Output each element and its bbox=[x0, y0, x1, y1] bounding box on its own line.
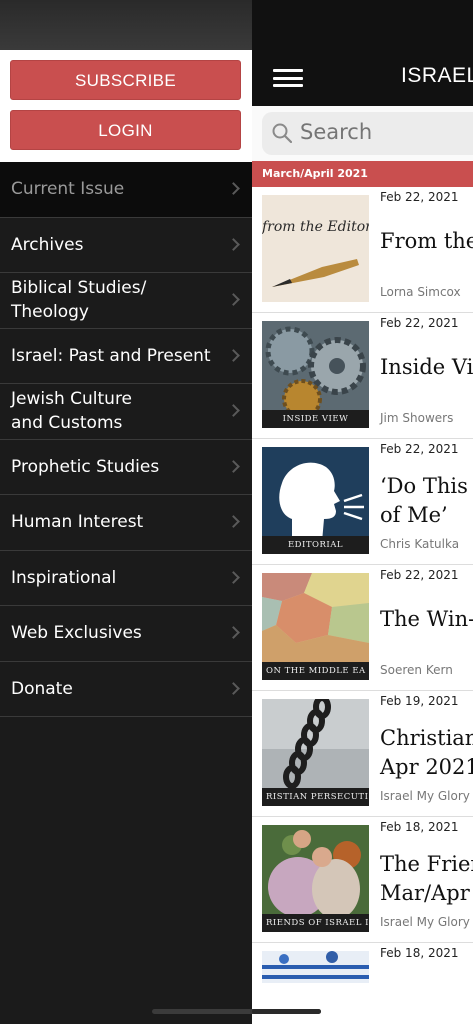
article-date: Feb 22, 2021 bbox=[380, 316, 459, 330]
article-thumbnail: EDITORIAL bbox=[262, 447, 369, 554]
thumb-text: from the Editor bbox=[262, 219, 369, 235]
article-date: Feb 18, 2021 bbox=[380, 946, 459, 960]
menu-item-label: Donate bbox=[11, 678, 73, 699]
menu-item-israel-past-present[interactable]: Israel: Past and Present bbox=[0, 329, 252, 384]
chevron-right-icon bbox=[227, 515, 240, 529]
article-date: Feb 22, 2021 bbox=[380, 442, 459, 456]
article-date: Feb 19, 2021 bbox=[380, 694, 459, 708]
chevron-right-icon bbox=[227, 626, 240, 640]
article-item[interactable]: RISTIAN PERSECUTI Feb 19, 2021 Christian… bbox=[252, 691, 473, 817]
article-thumbnail: INSIDE VIEW bbox=[262, 321, 369, 428]
menu-item-label: Web Exclusives bbox=[11, 623, 142, 644]
chevron-right-icon bbox=[227, 459, 240, 473]
menu-item-label: Israel: Past and Present bbox=[11, 345, 211, 366]
subscribe-button[interactable]: SUBSCRIBE bbox=[10, 60, 241, 100]
app-header: ISRAEL bbox=[252, 0, 473, 106]
drawer-actions: SUBSCRIBE LOGIN bbox=[0, 50, 252, 162]
thumb-caption: RISTIAN PERSECUTI bbox=[262, 788, 369, 806]
menu-item-web-exclusives[interactable]: Web Exclusives bbox=[0, 606, 252, 662]
chevron-right-icon bbox=[227, 570, 240, 584]
chevron-right-icon bbox=[227, 681, 240, 695]
main-panel: ISRAEL March/April 2021 bbox=[252, 0, 473, 1024]
menu-item-biblical-studies[interactable]: Biblical Studies/ Theology bbox=[0, 273, 252, 329]
article-title: The Win- bbox=[380, 607, 473, 631]
article-item[interactable]: ON THE MIDDLE EA Feb 22, 2021 The Win- S… bbox=[252, 565, 473, 691]
article-date: Feb 22, 2021 bbox=[380, 568, 459, 582]
menu-item-prophetic-studies[interactable]: Prophetic Studies bbox=[0, 440, 252, 495]
chevron-right-icon bbox=[227, 293, 240, 307]
article-thumbnail: from the Editor bbox=[262, 195, 369, 302]
search-bar bbox=[252, 106, 473, 161]
article-thumbnail: ON THE MIDDLE EA bbox=[262, 573, 369, 680]
menu-item-donate[interactable]: Donate bbox=[0, 662, 252, 717]
search-input[interactable] bbox=[300, 120, 473, 144]
article-list: from the Editor Feb 22, 2021 From the Lo… bbox=[252, 187, 473, 1024]
article-item[interactable]: from the Editor Feb 22, 2021 From the Lo… bbox=[252, 187, 473, 313]
menu-item-label: Prophetic Studies bbox=[11, 456, 160, 477]
menu-item-human-interest[interactable]: Human Interest bbox=[0, 495, 252, 551]
home-indicator[interactable] bbox=[152, 1009, 321, 1014]
article-title: Christian Apr 2021 bbox=[380, 726, 473, 779]
hamburger-menu-icon[interactable] bbox=[273, 69, 303, 87]
article-item[interactable]: RIENDS OF ISRAEL IN A Feb 18, 2021 The F… bbox=[252, 817, 473, 943]
login-button[interactable]: LOGIN bbox=[10, 110, 241, 150]
article-thumbnail bbox=[262, 951, 369, 983]
menu-item-current-issue[interactable]: Current Issue bbox=[0, 162, 252, 218]
article-thumbnail: RIENDS OF ISRAEL IN A bbox=[262, 825, 369, 932]
menu-item-label: Inspirational bbox=[11, 567, 117, 588]
chevron-right-icon bbox=[227, 404, 240, 418]
chevron-right-icon bbox=[227, 348, 240, 362]
article-title: ‘Do This in of Me’ bbox=[380, 474, 468, 527]
article-title: From the bbox=[380, 229, 473, 253]
article-date: Feb 22, 2021 bbox=[380, 190, 459, 204]
article-thumbnail: RISTIAN PERSECUTI bbox=[262, 699, 369, 806]
menu-item-jewish-culture[interactable]: Jewish Culture and Customs bbox=[0, 384, 252, 440]
menu-item-inspirational[interactable]: Inspirational bbox=[0, 551, 252, 606]
drawer-menu: Current Issue Archives Biblical Studies/… bbox=[0, 162, 252, 717]
thumb-caption: RIENDS OF ISRAEL IN A bbox=[262, 914, 369, 932]
chevron-right-icon bbox=[227, 182, 240, 196]
status-bar bbox=[0, 0, 252, 50]
menu-item-label: Archives bbox=[11, 234, 84, 255]
menu-item-label: Biblical Studies/ Theology bbox=[11, 278, 147, 323]
article-item[interactable]: EDITORIAL Feb 22, 2021 ‘Do This in of Me… bbox=[252, 439, 473, 565]
menu-item-label: Jewish Culture and Customs bbox=[11, 389, 133, 434]
menu-item-archives[interactable]: Archives bbox=[0, 218, 252, 273]
thumb-caption: ON THE MIDDLE EA bbox=[262, 662, 369, 680]
menu-item-label: Human Interest bbox=[11, 512, 144, 533]
app-title: ISRAEL bbox=[401, 64, 473, 87]
search-box[interactable] bbox=[262, 112, 473, 155]
article-title: The Frien Mar/Apr 2 bbox=[380, 852, 473, 905]
issue-banner: March/April 2021 bbox=[252, 161, 473, 187]
article-date: Feb 18, 2021 bbox=[380, 820, 459, 834]
menu-item-label: Current Issue bbox=[11, 179, 125, 200]
article-author: Soeren Kern bbox=[380, 663, 453, 677]
thumb-caption: INSIDE VIEW bbox=[262, 410, 369, 428]
article-author: Israel My Glory bbox=[380, 915, 470, 929]
side-drawer: SUBSCRIBE LOGIN Current Issue Archives B… bbox=[0, 0, 252, 1024]
article-author: Jim Showers bbox=[380, 411, 454, 425]
article-author: Chris Katulka bbox=[380, 537, 460, 551]
article-title: Inside Vie bbox=[380, 355, 473, 379]
article-author: Israel My Glory bbox=[380, 789, 470, 803]
article-item[interactable]: INSIDE VIEW Feb 22, 2021 Inside Vie Jim … bbox=[252, 313, 473, 439]
search-icon bbox=[272, 123, 292, 143]
chevron-right-icon bbox=[227, 237, 240, 251]
article-author: Lorna Simcox bbox=[380, 285, 461, 299]
thumb-caption: EDITORIAL bbox=[262, 536, 369, 554]
